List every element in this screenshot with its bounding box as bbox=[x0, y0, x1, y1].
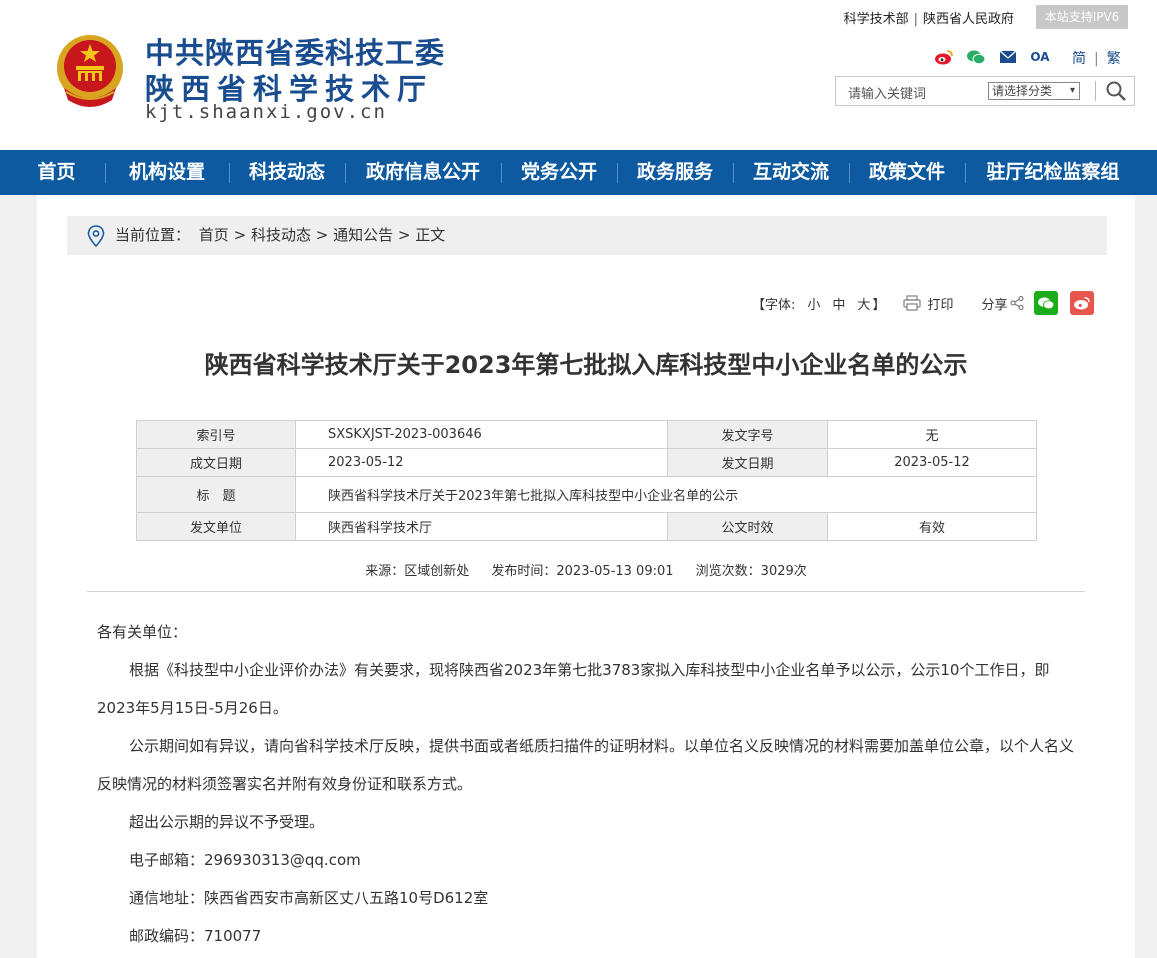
link-most[interactable]: 科学技术部 bbox=[844, 12, 909, 27]
paragraph: 公示期间如有异议，请向省科学技术厅反映，提供书面或者纸质扫描件的证明材料。以单位… bbox=[97, 737, 1075, 793]
nav-gov-info[interactable]: 政府信息公开 bbox=[345, 150, 501, 195]
article-source: 来源：区域创新处 bbox=[365, 564, 470, 579]
social-links: OA bbox=[934, 48, 1050, 66]
nav-party-affairs[interactable]: 党务公开 bbox=[501, 150, 617, 195]
font-size-close: 】 bbox=[872, 297, 886, 313]
print-button[interactable]: 打印 bbox=[927, 294, 953, 313]
divider: | bbox=[1094, 51, 1099, 67]
breadcrumb-current: 正文 bbox=[415, 226, 446, 244]
divider bbox=[1095, 81, 1096, 101]
article-title: 陕西省科学技术厅关于2023年第七批拟入库科技型中小企业名单的公示 bbox=[204, 351, 968, 379]
nav-organization[interactable]: 机构设置 bbox=[105, 150, 229, 195]
article-source-line: 来源：区域创新处 发布时间：2023-05-13 09:01 浏览次数：3029… bbox=[37, 560, 1135, 579]
meta-key: 标 题 bbox=[136, 476, 296, 513]
search-input[interactable]: 请输入关键词 bbox=[848, 83, 926, 102]
nav-home[interactable]: 首页 bbox=[0, 150, 105, 195]
mail-icon[interactable] bbox=[998, 48, 1018, 66]
meta-value: 陕西省科学技术厅 bbox=[295, 512, 668, 541]
language-switch: 简 | 繁 bbox=[1072, 48, 1121, 68]
breadcrumb-separator: > bbox=[315, 226, 329, 244]
font-small-button[interactable]: 小 bbox=[807, 294, 820, 313]
font-size-label: 【字体: bbox=[752, 297, 796, 313]
breadcrumb-separator: > bbox=[233, 226, 247, 244]
paragraph: 根据《科技型中小企业评价办法》有关要求，现将陕西省2023年第七批3783家拟入… bbox=[97, 661, 1050, 717]
meta-key: 索引号 bbox=[136, 420, 296, 449]
nav-discipline-group[interactable]: 驻厅纪检监察组 bbox=[965, 150, 1141, 195]
nav-tech-news[interactable]: 科技动态 bbox=[229, 150, 345, 195]
oa-icon[interactable]: OA bbox=[1030, 48, 1050, 66]
top-links: 科学技术部 | 陕西省人民政府 bbox=[844, 8, 1014, 27]
search-box: 请输入关键词 请选择分类 ▾ bbox=[835, 76, 1135, 106]
weibo-share-icon[interactable] bbox=[1070, 291, 1095, 315]
meta-key: 发文单位 bbox=[136, 512, 296, 541]
meta-value: 2023-05-12 bbox=[827, 448, 1037, 477]
meta-value: 2023-05-12 bbox=[295, 448, 668, 477]
site-url: kjt.shaanxi.gov.cn bbox=[145, 101, 387, 123]
meta-value: 有效 bbox=[827, 512, 1037, 541]
breadcrumb-tech-news[interactable]: 科技动态 bbox=[251, 226, 311, 244]
link-shaanxi-gov[interactable]: 陕西省人民政府 bbox=[923, 12, 1014, 27]
share-icon bbox=[1010, 296, 1024, 310]
meta-key: 发文字号 bbox=[667, 420, 828, 449]
breadcrumb-trail: 当前位置： 首页 > 科技动态 > 通知公告 > 正文 bbox=[115, 216, 445, 255]
publish-time: 发布时间：2023-05-13 09:01 bbox=[491, 564, 674, 579]
paragraph-salutation: 各有关单位： bbox=[97, 623, 188, 641]
meta-key: 成文日期 bbox=[136, 448, 296, 477]
breadcrumb-notices[interactable]: 通知公告 bbox=[333, 226, 393, 244]
view-count: 浏览次数：3029次 bbox=[695, 564, 807, 579]
contact-postcode: 邮政编码：710077 bbox=[129, 927, 262, 945]
divider bbox=[87, 591, 1085, 592]
table-row: 索引号 SXSKXJST-2023-003646 发文字号 无 bbox=[136, 420, 1037, 449]
nav-interaction[interactable]: 互动交流 bbox=[733, 150, 849, 195]
paragraph: 超出公示期的异议不予受理。 bbox=[129, 813, 325, 831]
main-nav: 首页 机构设置 科技动态 政府信息公开 党务公开 政务服务 互动交流 政策文件 … bbox=[0, 150, 1157, 195]
lang-traditional[interactable]: 繁 bbox=[1107, 51, 1121, 67]
share-label: 分享 bbox=[981, 297, 1008, 313]
weibo-icon[interactable] bbox=[934, 48, 954, 66]
breadcrumb-home[interactable]: 首页 bbox=[199, 226, 229, 244]
nav-gov-services[interactable]: 政务服务 bbox=[617, 150, 733, 195]
divider: | bbox=[913, 12, 918, 27]
contact-email: 电子邮箱：296930313@qq.com bbox=[129, 851, 361, 869]
meta-value: 无 bbox=[827, 420, 1037, 449]
lang-simplified[interactable]: 简 bbox=[1072, 51, 1086, 67]
national-emblem-logo[interactable] bbox=[52, 30, 128, 110]
font-medium-button[interactable]: 中 bbox=[832, 294, 845, 313]
site-header: 中共陕西省委科技工委 陕西省科学技术厅 kjt.shaanxi.gov.cn 科… bbox=[0, 0, 1157, 150]
breadcrumb: 当前位置： 首页 > 科技动态 > 通知公告 > 正文 bbox=[67, 216, 1107, 255]
font-large-button[interactable]: 大 bbox=[857, 294, 870, 313]
table-row: 成文日期 2023-05-12 发文日期 2023-05-12 bbox=[136, 448, 1037, 477]
location-pin-icon bbox=[87, 225, 105, 247]
breadcrumb-separator: > bbox=[397, 226, 411, 244]
article-body: 各有关单位： 根据《科技型中小企业评价办法》有关要求，现将陕西省2023年第七批… bbox=[97, 613, 1077, 955]
table-row: 标 题 陕西省科学技术厅关于2023年第七批拟入库科技型中小企业名单的公示 bbox=[136, 476, 1037, 513]
wechat-icon[interactable] bbox=[966, 48, 986, 66]
main-content: 当前位置： 首页 > 科技动态 > 通知公告 > 正文 【字体: 小 中 大 】… bbox=[37, 195, 1135, 958]
search-category-value: 请选择分类 bbox=[992, 84, 1053, 98]
meta-key: 公文时效 bbox=[667, 512, 828, 541]
printer-icon[interactable] bbox=[903, 295, 922, 311]
search-category-select[interactable]: 请选择分类 ▾ bbox=[988, 82, 1080, 100]
search-icon[interactable] bbox=[1104, 80, 1128, 102]
ipv6-badge: 本站支持IPV6 bbox=[1036, 5, 1128, 29]
wechat-share-icon[interactable] bbox=[1034, 291, 1059, 315]
document-metadata-table: 索引号 SXSKXJST-2023-003646 发文字号 无 成文日期 202… bbox=[136, 420, 1037, 541]
meta-value: 陕西省科学技术厅关于2023年第七批拟入库科技型中小企业名单的公示 bbox=[295, 476, 1037, 513]
meta-value: SXSKXJST-2023-003646 bbox=[295, 420, 668, 449]
breadcrumb-label: 当前位置： bbox=[115, 226, 191, 244]
contact-address: 通信地址：陕西省西安市高新区丈八五路10号D612室 bbox=[129, 889, 489, 907]
nav-policy-docs[interactable]: 政策文件 bbox=[849, 150, 965, 195]
article-tools: 【字体: 小 中 大 】 打印 分享 bbox=[752, 291, 1095, 315]
chevron-down-icon: ▾ bbox=[1069, 85, 1075, 96]
table-row: 发文单位 陕西省科学技术厅 公文时效 有效 bbox=[136, 512, 1037, 541]
meta-key: 发文日期 bbox=[667, 448, 828, 477]
